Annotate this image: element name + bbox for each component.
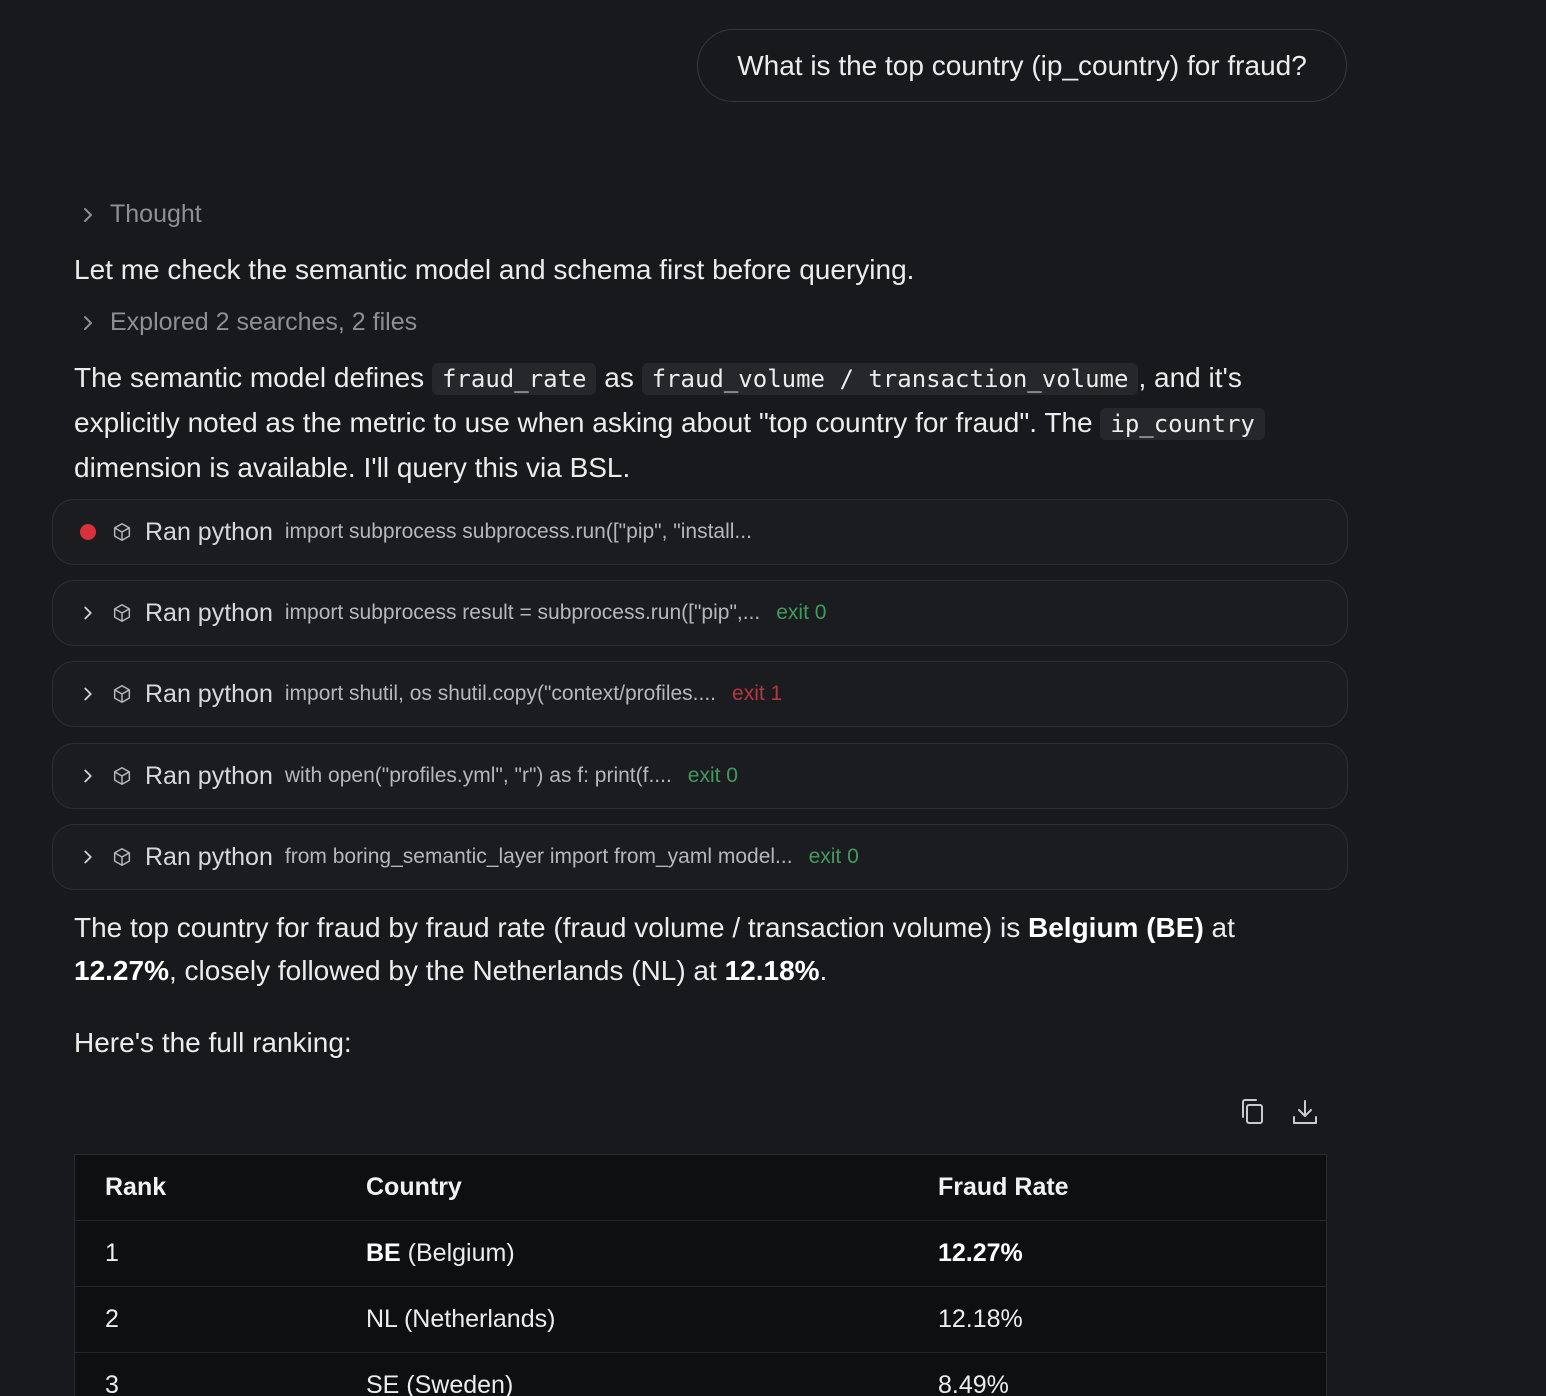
column-header-fraud-rate: Fraud Rate	[938, 1155, 1326, 1221]
inline-code-formula: fraud_volume / transaction_volume	[641, 363, 1139, 395]
chat-page: What is the top country (ip_country) for…	[0, 0, 1546, 1396]
country-code: BE	[366, 1239, 401, 1267]
cell-rank: 2	[75, 1286, 366, 1353]
column-header-country: Country	[366, 1155, 938, 1221]
ranking-intro: Here's the full ranking:	[74, 1027, 352, 1058]
result-text: .	[819, 955, 828, 986]
tool-name: Ran python	[145, 842, 273, 871]
top-rate-highlight: 12.27%	[74, 955, 169, 986]
explanation-text: as	[596, 362, 642, 393]
explored-toggle[interactable]: Explored 2 searches, 2 files	[76, 308, 417, 337]
tool-code-snippet: import subprocess result = subprocess.ru…	[284, 601, 761, 624]
tool-run-row[interactable]: Ran python import shutil, os shutil.copy…	[52, 661, 1348, 727]
ranking-table: Rank Country Fraud Rate 1 BE (Belgium) 1…	[74, 1154, 1327, 1396]
cube-icon	[113, 604, 131, 622]
explanation-paragraph: The semantic model defines fraud_rate as…	[74, 356, 1314, 489]
country-name: (Belgium)	[400, 1239, 515, 1267]
cell-rank: 3	[75, 1352, 366, 1396]
tool-code-snippet: from boring_semantic_layer import from_y…	[284, 845, 793, 868]
expand-toggle	[77, 602, 99, 624]
chevron-right-icon	[84, 769, 92, 783]
tool-run-row[interactable]: Ran python from boring_semantic_layer im…	[52, 824, 1348, 890]
running-indicator	[77, 521, 99, 543]
tool-name: Ran python	[145, 761, 273, 790]
inline-code-fraud-rate: fraud_rate	[431, 363, 597, 395]
cell-country: SE (Sweden)	[366, 1352, 938, 1396]
result-text: The top country for fraud by fraud rate …	[74, 912, 1028, 943]
user-message-text: What is the top country (ip_country) for…	[737, 49, 1307, 81]
copy-icon[interactable]	[1238, 1096, 1268, 1128]
expand-toggle	[77, 846, 99, 868]
exit-status: exit 1	[732, 682, 783, 705]
cube-icon	[113, 848, 131, 866]
exit-status: exit 0	[687, 764, 738, 787]
inline-code-ip-country: ip_country	[1100, 408, 1265, 440]
cell-country: BE (Belgium)	[366, 1220, 938, 1287]
second-rate-highlight: 12.18%	[724, 955, 820, 986]
expand-toggle	[77, 765, 99, 787]
cell-fraud-rate: 8.49%	[938, 1352, 1326, 1396]
cell-fraud-rate: 12.18%	[938, 1286, 1326, 1353]
result-text: at	[1203, 912, 1235, 943]
chevron-right-icon	[84, 315, 92, 330]
result-text: , closely followed by the Netherlands (N…	[168, 955, 725, 986]
chevron-right-icon	[84, 850, 92, 864]
tool-code-snippet: import subprocess subprocess.run(["pip",…	[284, 520, 752, 543]
tool-run-row[interactable]: Ran python with open("profiles.yml", "r"…	[52, 743, 1348, 809]
download-icon[interactable]	[1290, 1096, 1320, 1128]
thought-toggle[interactable]: Thought	[76, 200, 202, 229]
chevron-right-icon	[84, 207, 92, 222]
table-row: 2 NL (Netherlands) 12.18%	[75, 1286, 1326, 1353]
chevron-right-icon	[84, 606, 92, 620]
table-header-row: Rank Country Fraud Rate	[75, 1155, 1326, 1221]
cell-rank: 1	[75, 1220, 366, 1287]
exit-status: exit 0	[808, 845, 859, 868]
running-dot	[80, 524, 96, 540]
cube-icon	[113, 767, 131, 785]
column-header-rank: Rank	[75, 1155, 366, 1221]
tool-run-row[interactable]: Ran python import subprocess subprocess.…	[52, 499, 1348, 565]
cube-icon	[113, 685, 131, 703]
tool-code-snippet: with open("profiles.yml", "r") as f: pri…	[284, 764, 672, 787]
tool-name: Ran python	[145, 598, 273, 627]
tool-code-snippet: import shutil, os shutil.copy("context/p…	[284, 682, 717, 705]
explanation-text: The semantic model defines	[74, 362, 432, 393]
explanation-text: dimension is available. I'll query this …	[74, 452, 631, 483]
top-country-highlight: Belgium (BE)	[1028, 912, 1204, 943]
fraud-rate-value: 12.27%	[938, 1239, 1023, 1267]
table-row: 1 BE (Belgium) 12.27%	[75, 1220, 1326, 1287]
exit-status: exit 0	[776, 601, 827, 624]
tool-name: Ran python	[145, 679, 273, 708]
cell-country: NL (Netherlands)	[366, 1286, 938, 1353]
tool-name: Ran python	[145, 517, 273, 546]
cell-fraud-rate: 12.27%	[938, 1220, 1326, 1287]
thought-label: Thought	[110, 200, 202, 228]
table-toolbar	[1238, 1096, 1320, 1128]
table-row: 3 SE (Sweden) 8.49%	[75, 1352, 1326, 1396]
cube-icon	[113, 523, 131, 541]
user-message-bubble: What is the top country (ip_country) for…	[697, 29, 1347, 102]
expand-toggle	[77, 683, 99, 705]
explored-label: Explored 2 searches, 2 files	[110, 308, 418, 336]
chevron-right-icon	[84, 687, 92, 701]
result-paragraph: The top country for fraud by fraud rate …	[74, 906, 1314, 992]
tool-run-row[interactable]: Ran python import subprocess result = su…	[52, 580, 1348, 646]
assistant-intro-text: Let me check the semantic model and sche…	[74, 254, 915, 285]
